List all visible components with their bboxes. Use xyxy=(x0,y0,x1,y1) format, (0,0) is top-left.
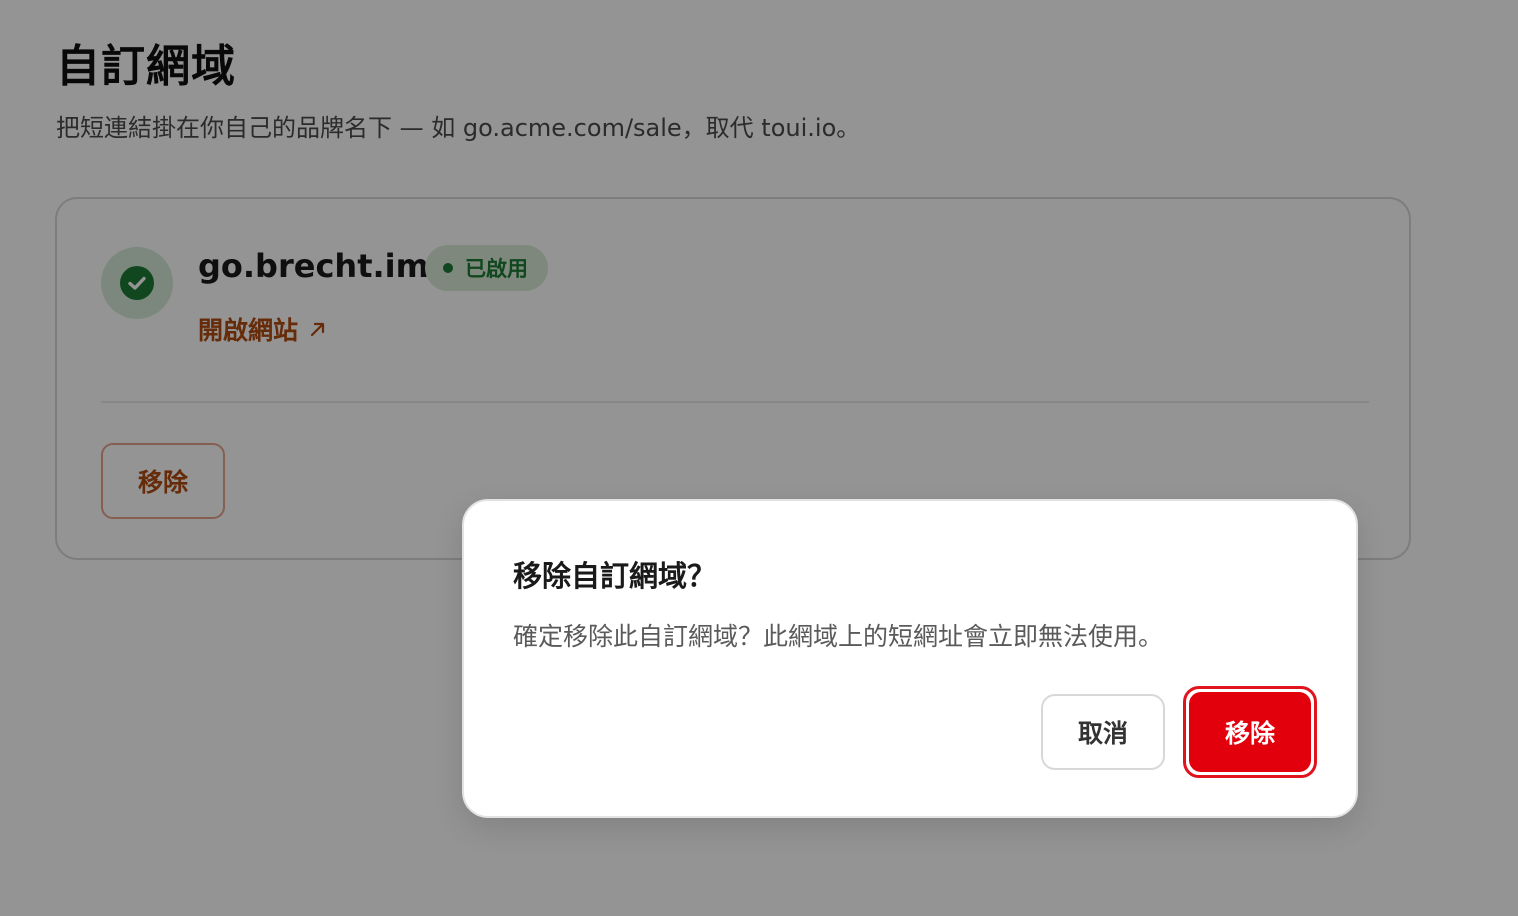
confirm-remove-button[interactable]: 移除 xyxy=(1189,692,1311,772)
cancel-button[interactable]: 取消 xyxy=(1041,694,1165,770)
dialog-message: 確定移除此自訂網域？此網域上的短網址會立即無法使用。 xyxy=(513,622,1164,651)
confirm-remove-dialog: 移除自訂網域？ 確定移除此自訂網域？此網域上的短網址會立即無法使用。 取消 移除 xyxy=(462,499,1358,818)
dialog-title: 移除自訂網域？ xyxy=(513,559,717,593)
